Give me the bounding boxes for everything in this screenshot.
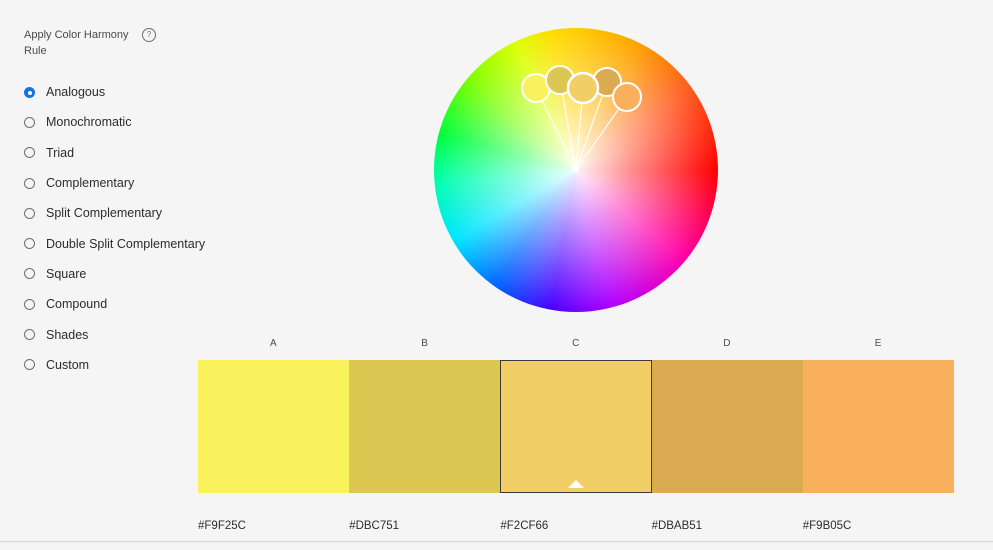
swatch-label-e: E: [874, 338, 882, 349]
swatch-label-a: A: [270, 338, 278, 349]
radio-button[interactable]: [24, 177, 35, 189]
radio-button[interactable]: [24, 329, 35, 341]
swatch-e[interactable]: [802, 360, 954, 493]
harmony-panel: Apply Color Harmony Rule ? Analogous Mon…: [24, 27, 214, 372]
radio-button[interactable]: [24, 359, 35, 371]
rule-option-label: Shades: [46, 327, 89, 342]
rule-option-label: Monochromatic: [46, 115, 132, 130]
harmony-rule-title: Apply Color Harmony Rule: [24, 29, 129, 57]
rule-option-label: Compound: [46, 297, 108, 312]
hex-value-d[interactable]: #DBAB51: [652, 520, 803, 532]
hex-value-b[interactable]: #DBC751: [349, 520, 500, 532]
radio-button[interactable]: [24, 147, 35, 159]
radio-button[interactable]: [24, 116, 35, 128]
rule-option-label: Custom: [46, 357, 90, 372]
radio-button[interactable]: [24, 207, 35, 219]
rule-option-monochromatic[interactable]: Monochromatic: [24, 107, 205, 137]
radio-button[interactable]: [24, 298, 35, 310]
hex-value-c[interactable]: #F2CF66: [500, 520, 651, 532]
rule-option-label: Analogous: [46, 85, 106, 100]
hex-values: #F9F25C #DBC751 #F2CF66 #DBAB51 #F9B05C: [198, 520, 954, 532]
rule-option-label: Complementary: [46, 176, 135, 191]
hex-value-e[interactable]: #F9B05C: [803, 520, 954, 532]
rule-option-label: Square: [46, 266, 87, 281]
rule-option-compound[interactable]: Compound: [24, 289, 205, 319]
rule-option-label: Split Complementary: [46, 206, 163, 221]
color-handle-c-base[interactable]: [566, 71, 600, 105]
rule-option-shades[interactable]: Shades: [24, 319, 205, 349]
color-wheel-handles: [521, 65, 642, 173]
rule-option-complementary[interactable]: Complementary: [24, 168, 205, 198]
swatch-a[interactable]: [198, 360, 350, 493]
radio-button[interactable]: [24, 268, 35, 280]
radio-button[interactable]: [24, 86, 35, 98]
wheel-center-point: [573, 167, 579, 173]
swatch-row: [198, 360, 954, 493]
rule-option-analogous[interactable]: Analogous: [24, 77, 205, 107]
help-icon[interactable]: ?: [142, 28, 156, 42]
swatch-label-b: B: [421, 338, 429, 349]
radio-button[interactable]: [24, 238, 35, 250]
swatch-label-d: D: [723, 338, 732, 349]
swatch-labels: A B C D E: [198, 338, 954, 349]
swatch-d[interactable]: [651, 360, 803, 493]
swatch-b[interactable]: [349, 360, 501, 493]
rule-option-double-split-complementary[interactable]: Double Split Complementary: [24, 228, 205, 258]
rule-option-triad[interactable]: Triad: [24, 138, 205, 168]
selected-marker-icon: [567, 480, 584, 488]
rule-option-square[interactable]: Square: [24, 259, 205, 289]
swatch-label-c: C: [572, 338, 580, 349]
divider: [0, 541, 993, 542]
rule-option-label: Double Split Complementary: [46, 236, 206, 251]
rule-option-label: Triad: [46, 145, 75, 160]
harmony-rule-options: Analogous Monochromatic Triad Complement…: [24, 77, 205, 380]
hex-value-a[interactable]: #F9F25C: [198, 520, 349, 532]
rule-option-split-complementary[interactable]: Split Complementary: [24, 198, 205, 228]
color-handle-e[interactable]: [612, 82, 642, 112]
rule-option-custom[interactable]: Custom: [24, 350, 205, 380]
swatch-c[interactable]: [500, 360, 652, 493]
